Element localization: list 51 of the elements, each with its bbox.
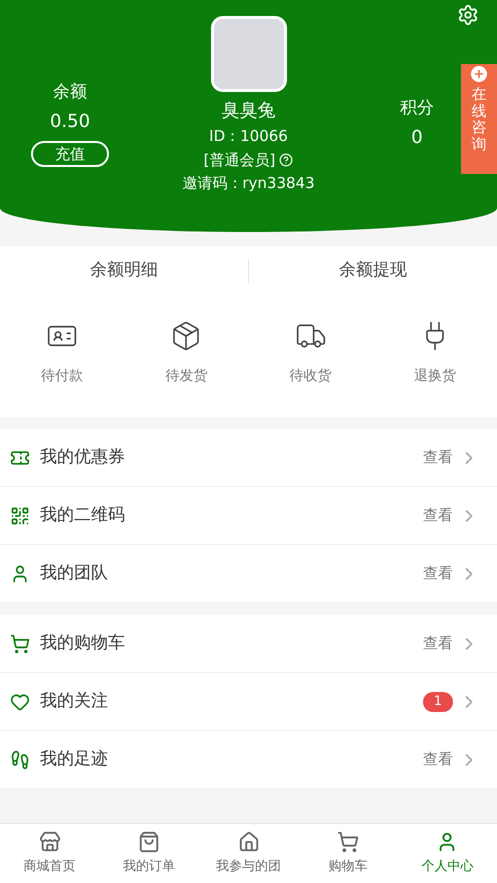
plus-icon: [471, 66, 487, 82]
qr-code-icon: [10, 506, 30, 526]
order-status-button[interactable]: 待收货: [248, 320, 373, 387]
balance-label: 余额: [53, 81, 87, 104]
cart-icon: [336, 830, 359, 853]
menu-label: 我的优惠券: [40, 446, 126, 469]
tab-bar-item[interactable]: 我参与的团: [198, 830, 298, 876]
count-badge: 1: [422, 692, 453, 712]
recharge-button[interactable]: 充值: [31, 140, 109, 166]
menu-row[interactable]: 我的足迹 查看: [0, 731, 497, 789]
view-link[interactable]: 查看: [423, 748, 453, 771]
tab-bar-item[interactable]: 购物车: [298, 830, 398, 876]
user-id: ID：10066: [209, 126, 288, 147]
menu-row[interactable]: 我的二维码 查看: [0, 487, 497, 545]
home-icon: [238, 830, 260, 853]
cart-icon: [10, 634, 30, 654]
store-icon: [38, 830, 61, 853]
balance-value: 0.50: [50, 110, 90, 134]
menu-row[interactable]: 我的团队 查看: [0, 545, 497, 603]
consult-label: 在线咨询: [472, 86, 486, 152]
consult-button[interactable]: 在线咨询: [461, 64, 497, 174]
heart-icon: [10, 692, 30, 712]
menu-label: 我的团队: [40, 562, 109, 585]
menu-label: 我的购物车: [40, 632, 126, 655]
points-label: 积分: [400, 97, 434, 120]
menu-row[interactable]: 我的优惠券 查看: [0, 429, 497, 487]
settings-icon[interactable]: [457, 4, 479, 26]
invite-code: 邀请码：ryn33843: [182, 173, 315, 194]
member-level: [普通会员]: [204, 150, 276, 170]
menu-label: 我的关注: [40, 690, 109, 713]
tab-bar-item[interactable]: 商城首页: [0, 830, 100, 876]
tab-bar-item[interactable]: 个人中心: [398, 830, 497, 876]
footprints-icon: [10, 750, 30, 770]
order-status-button[interactable]: 退换货: [372, 320, 497, 387]
view-link[interactable]: 查看: [423, 632, 453, 655]
bag-icon: [138, 830, 160, 853]
username: 臭臭兔: [222, 99, 276, 123]
tab-bar-item[interactable]: 我的订单: [99, 830, 199, 876]
view-link[interactable]: 查看: [423, 504, 453, 527]
menu-label: 我的足迹: [40, 748, 109, 771]
order-status-button[interactable]: 待发货: [124, 320, 248, 387]
balance-link[interactable]: 余额明细: [0, 258, 248, 284]
menu-row[interactable]: 我的关注 1: [0, 673, 497, 731]
menu-label: 我的二维码: [40, 504, 126, 527]
balance-link[interactable]: 余额提现: [249, 258, 497, 284]
menu-row[interactable]: 我的购物车 查看: [0, 615, 497, 673]
order-status-button[interactable]: 待付款: [0, 320, 124, 387]
view-link[interactable]: 查看: [423, 446, 453, 469]
points-value: 0: [411, 126, 423, 150]
help-icon[interactable]: [279, 152, 294, 167]
view-link[interactable]: 查看: [423, 562, 453, 585]
